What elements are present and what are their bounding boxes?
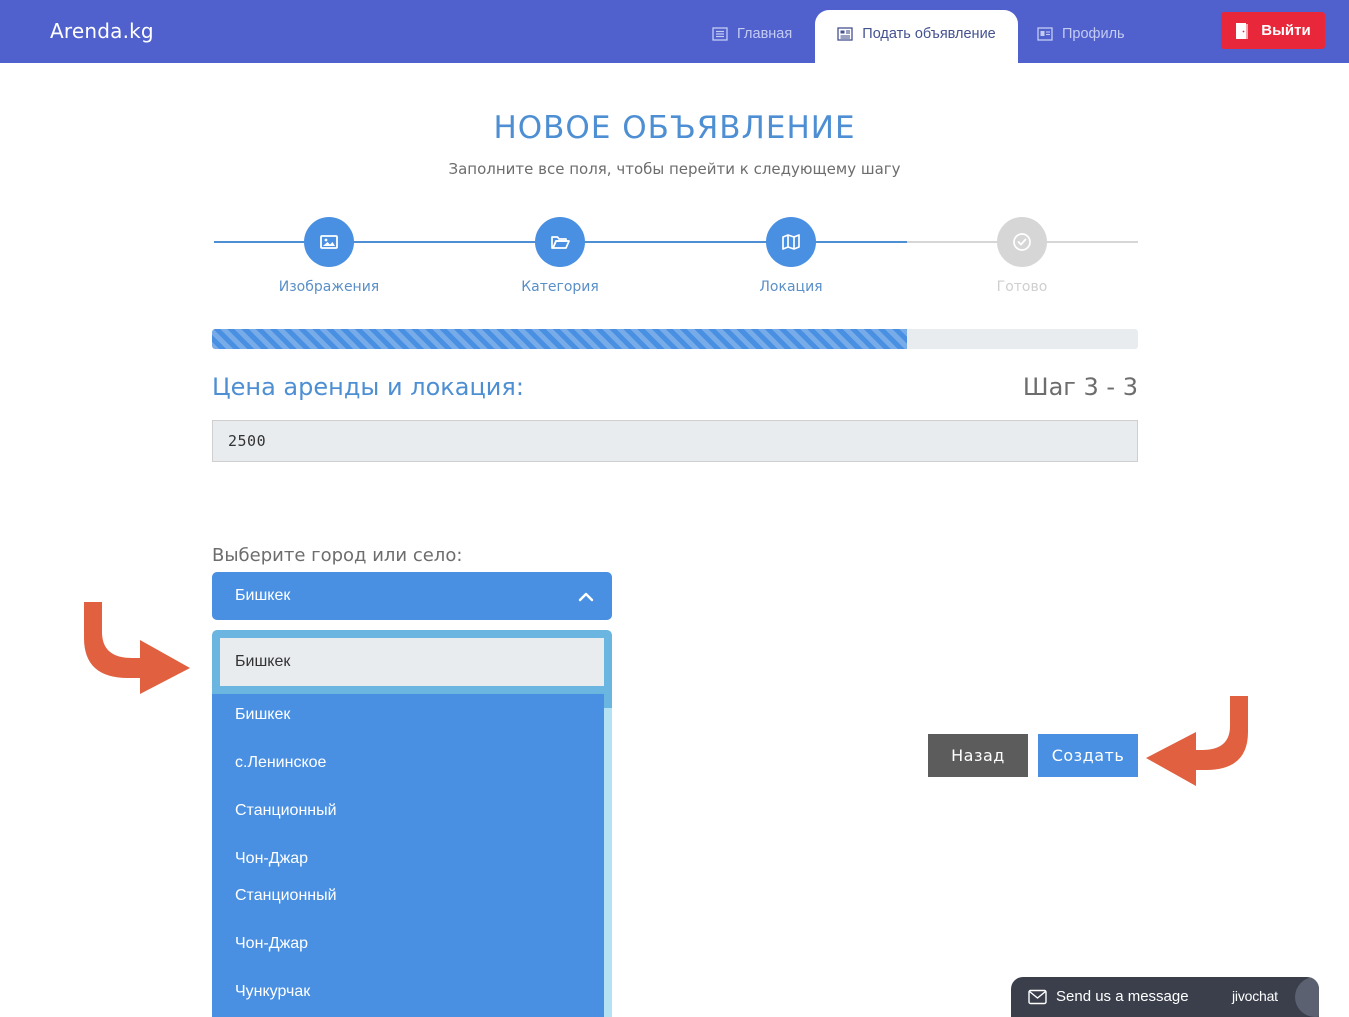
image-icon (320, 235, 338, 249)
chat-brand: jivochat (1232, 988, 1278, 1004)
dropdown-option[interactable]: Станционный (235, 887, 337, 905)
create-button[interactable]: Создать (1038, 734, 1138, 777)
step-images[interactable] (304, 217, 354, 267)
nav-profile[interactable]: Профиль (1037, 10, 1125, 63)
nav-home-label: Главная (737, 25, 793, 42)
progress-fill (212, 329, 907, 349)
envelope-icon (1028, 989, 1047, 1005)
curved-arrow-right-icon (84, 602, 190, 694)
city-label: Выберите город или село: (212, 545, 463, 566)
chat-label: Send us a message (1056, 988, 1189, 1005)
newspaper-icon (837, 26, 853, 41)
door-icon (1236, 22, 1249, 39)
nav-post-ad[interactable]: Подать объявление (815, 10, 1018, 63)
back-button[interactable]: Назад (928, 734, 1028, 777)
dropdown-option[interactable]: Чон-Джар (235, 935, 308, 953)
navbar: Arenda.kg Главная Подать объявление Проф… (0, 0, 1349, 63)
section-title: Цена аренды и локация: (212, 373, 524, 401)
dropdown-option[interactable]: с.Ленинское (235, 754, 326, 772)
dropdown-option[interactable]: Бишкек (235, 706, 290, 724)
check-circle-icon (1013, 233, 1031, 251)
step-location[interactable] (766, 217, 816, 267)
dropdown-search-input[interactable]: Бишкек (220, 638, 604, 686)
step-done[interactable] (997, 217, 1047, 267)
progress-bar (212, 329, 1138, 349)
logout-button[interactable]: Выйти (1221, 12, 1325, 49)
chat-open-button[interactable] (1295, 977, 1319, 1017)
dropdown-option[interactable]: Чункурчак (235, 983, 310, 1001)
price-input[interactable]: 2500 (212, 420, 1138, 462)
nav-post-ad-label: Подать объявление (862, 25, 996, 42)
step-category-label: Категория (521, 279, 599, 295)
dropdown-option[interactable]: Чон-Джар (235, 850, 308, 868)
city-select[interactable]: Бишкек (212, 572, 612, 620)
folder-open-icon (551, 236, 570, 249)
city-dropdown: Бишкек с.Ленинское Станционный Чон-Джар … (212, 630, 612, 1017)
chevron-up-icon (578, 592, 594, 602)
dropdown-options-list[interactable]: Бишкек с.Ленинское Станционный Чон-Джар … (212, 694, 604, 1017)
step-images-label: Изображения (278, 279, 380, 295)
map-icon (782, 234, 800, 250)
logout-label: Выйти (1261, 22, 1311, 39)
nav-home[interactable]: Главная (712, 10, 792, 63)
step-category[interactable] (535, 217, 585, 267)
curved-arrow-left-icon (1146, 696, 1248, 786)
brand-logo[interactable]: Arenda.kg (50, 19, 154, 43)
list-icon (712, 26, 728, 41)
city-selected-value: Бишкек (235, 587, 291, 604)
page-title: НОВОЕ ОБЪЯВЛЕНИЕ (493, 110, 856, 146)
dropdown-option[interactable]: Станционный (235, 802, 337, 820)
nav-profile-label: Профиль (1062, 25, 1125, 42)
step-done-label: Готово (996, 279, 1048, 295)
id-card-icon (1037, 26, 1053, 41)
step-location-label: Локация (759, 279, 823, 295)
page-subtitle: Заполните все поля, чтобы перейти к след… (448, 160, 901, 178)
chat-widget[interactable]: Send us a message jivochat (1011, 977, 1319, 1017)
step-counter: Шаг 3 - 3 (1022, 373, 1138, 401)
